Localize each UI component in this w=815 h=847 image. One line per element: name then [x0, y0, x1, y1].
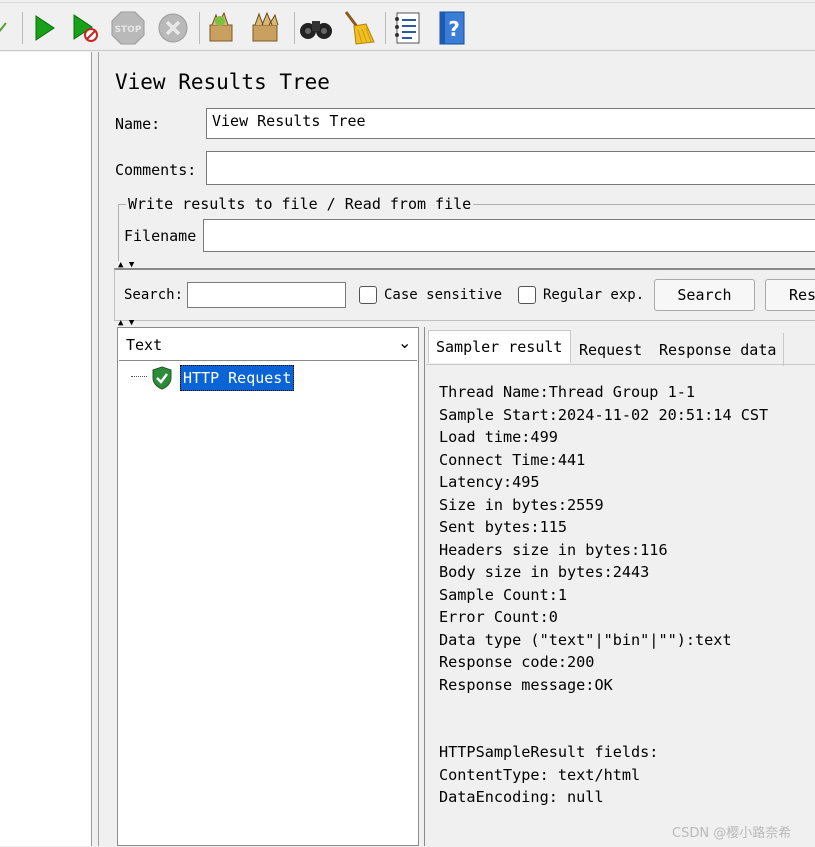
splitter[interactable] — [92, 52, 99, 846]
shutdown-icon[interactable] — [155, 10, 191, 46]
tab-response-data[interactable]: Response data — [652, 333, 785, 366]
result-line: Data type ("text"|"bin"|""):text — [439, 630, 732, 649]
result-line: Headers size in bytes:116 — [439, 540, 668, 559]
result-line: HTTPSampleResult fields: — [439, 743, 659, 761]
success-shield-icon — [150, 366, 174, 394]
renderer-select[interactable]: Text ⌄ — [119, 330, 417, 361]
clear-all-icon[interactable] — [248, 10, 284, 46]
case-sensitive-checkbox[interactable] — [359, 286, 377, 304]
regular-exp-label: Regular exp. — [543, 287, 645, 303]
comments-label: Comments: — [115, 161, 197, 179]
regular-exp-checkbox[interactable] — [518, 286, 536, 304]
result-line: Connect Time:441 — [439, 450, 586, 469]
name-label: Name: — [115, 115, 161, 133]
result-line: Load time:499 — [439, 428, 558, 446]
result-line: Response code:200 — [439, 653, 595, 671]
file-group-title: Write results to file / Read from file — [126, 195, 474, 213]
result-line: DataEncoding: null — [439, 788, 604, 806]
result-line: Sample Count:1 — [439, 585, 568, 604]
name-field[interactable]: View Results Tree — [206, 108, 815, 139]
tree-item-http-request[interactable]: HTTP Request — [180, 365, 294, 391]
search-button[interactable]: Search — [654, 279, 755, 311]
page-title: View Results Tree — [115, 70, 330, 94]
start-icon[interactable] — [26, 10, 62, 46]
svg-text:?: ? — [448, 17, 460, 41]
chevron-down-icon: ⌄ — [398, 333, 412, 352]
tab-request[interactable]: Request — [572, 333, 649, 366]
result-line: Sample Start:2024-11-02 20:51:14 CST — [439, 405, 769, 424]
tree-connector — [131, 376, 147, 377]
search-binoculars-icon[interactable] — [298, 10, 334, 46]
filename-label: Filename — [124, 227, 197, 245]
clear-icon[interactable] — [204, 10, 240, 46]
result-line: Latency:495 — [439, 473, 540, 491]
reset-search-broom-icon[interactable] — [341, 10, 377, 46]
result-line: ContentType: text/html — [439, 765, 641, 784]
result-line: Size in bytes:2559 — [439, 495, 604, 514]
result-line: Sent bytes:115 — [439, 518, 568, 536]
stop-icon[interactable]: STOP — [110, 10, 146, 46]
help-icon[interactable]: ? — [434, 10, 470, 46]
function-helper-icon[interactable] — [390, 10, 426, 46]
result-line: Response message:OK — [439, 675, 613, 694]
start-no-pauses-icon[interactable] — [66, 10, 102, 46]
search-input[interactable] — [187, 282, 346, 308]
results-tree-pane — [117, 327, 419, 846]
svg-text:STOP: STOP — [115, 25, 142, 35]
comments-field[interactable] — [206, 151, 815, 185]
search-label: Search: — [124, 287, 184, 303]
check-icon[interactable] — [0, 10, 10, 46]
toolbar: STOP ? — [0, 0, 815, 52]
result-line: Thread Name:Thread Group 1-1 — [439, 383, 696, 401]
case-sensitive-label: Case sensitive — [384, 287, 503, 303]
watermark: CSDN @樱小路奈希 — [672, 826, 792, 841]
reset-button[interactable]: Res — [765, 279, 815, 311]
test-plan-tree-pane[interactable] — [0, 52, 92, 846]
renderer-select-value: Text — [126, 336, 163, 354]
tab-sampler-result[interactable]: Sampler result — [428, 330, 571, 363]
result-line: Body size in bytes:2443 — [439, 563, 650, 581]
filename-field[interactable] — [203, 219, 815, 252]
result-line: Error Count:0 — [439, 608, 558, 626]
